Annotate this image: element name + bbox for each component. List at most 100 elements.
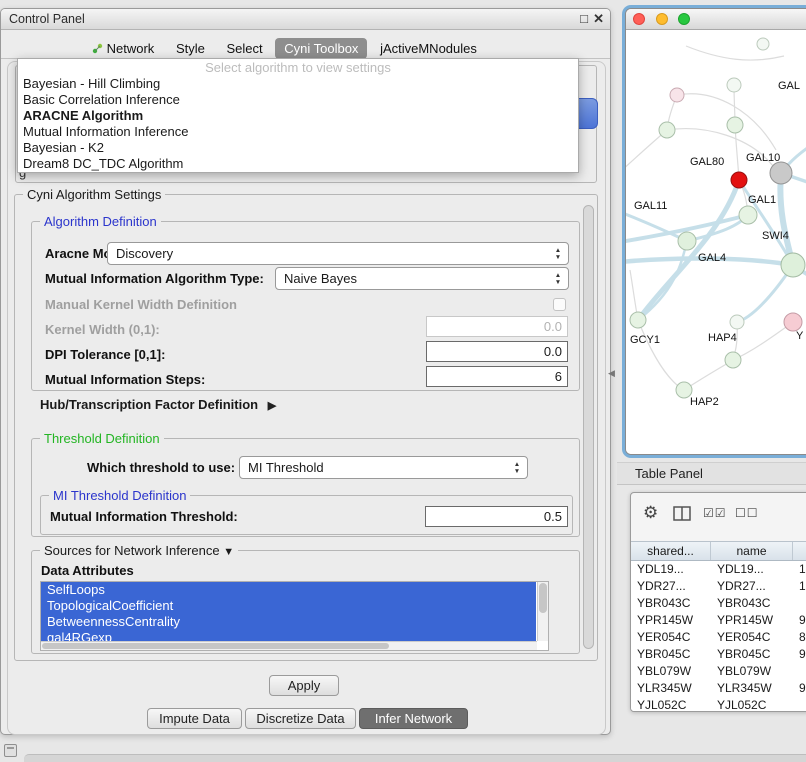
cell-extra: 13 — [793, 561, 806, 578]
network-node[interactable] — [630, 312, 646, 328]
columns-icon[interactable] — [673, 506, 692, 522]
attribute-item-topologicalcoefficient[interactable]: TopologicalCoefficient — [41, 598, 536, 614]
close-window-icon[interactable]: ✕ — [593, 11, 604, 27]
control-panel-window: Control Panel □ ✕ Network Style Select C… — [0, 8, 611, 735]
popup-item-bayesian-k2[interactable]: Bayesian - K2 — [18, 140, 578, 156]
tab-label: Network — [107, 41, 155, 56]
network-node[interactable] — [670, 88, 684, 102]
cell-shared-name: YPR145W — [631, 612, 711, 629]
mi-threshold-field[interactable]: 0.5 — [425, 506, 568, 527]
network-node[interactable] — [678, 232, 696, 250]
cell-extra: 9. — [793, 680, 806, 697]
table-row[interactable]: YER054C YER054C 8. — [631, 629, 806, 646]
impute-data-tab[interactable]: Impute Data — [147, 708, 242, 729]
mi-algorithm-type-select[interactable]: Naive Bayes ▲▼ — [275, 267, 569, 290]
data-attributes-list[interactable]: SelfLoops TopologicalCoefficient Between… — [40, 581, 549, 651]
manual-kernel-width-checkbox[interactable] — [553, 298, 566, 311]
network-tab-icon — [92, 43, 103, 54]
popup-item-bayesian-hill-climbing[interactable]: Bayesian - Hill Climbing — [18, 76, 578, 92]
control-panel-tabs: Network Style Select Cyni Toolbox jActiv… — [83, 38, 486, 60]
column-header-shared-name[interactable]: shared... — [631, 542, 711, 560]
minimize-traffic-light-icon[interactable] — [656, 13, 668, 25]
group-title: Algorithm Definition — [40, 214, 161, 229]
hub-definition-disclosure[interactable]: Hub/Transcription Factor Definition ▶ — [40, 397, 276, 412]
table-row[interactable]: YPR145W YPR145W 9. — [631, 612, 806, 629]
apply-button[interactable]: Apply — [269, 675, 339, 696]
network-node-hub[interactable] — [770, 162, 792, 184]
network-node[interactable] — [727, 78, 741, 92]
scrollbar-thumb[interactable] — [42, 643, 389, 649]
select-all-icon[interactable]: ☑☑ — [703, 506, 727, 520]
network-node[interactable] — [730, 315, 744, 329]
kernel-width-field[interactable]: 0.0 — [426, 316, 568, 337]
table-row[interactable]: YDL19... YDL19... 13 — [631, 561, 806, 578]
table-panel-header[interactable]: Table Panel — [617, 462, 806, 485]
tab-jactivemnodules[interactable]: jActiveMNodules — [371, 38, 486, 59]
mi-steps-field[interactable]: 6 — [426, 366, 568, 387]
tab-cyni-toolbox[interactable]: Cyni Toolbox — [275, 38, 367, 59]
tab-label: Select — [226, 41, 262, 56]
deselect-all-icon[interactable]: ☐☐ — [735, 506, 759, 520]
selected-value: Discovery — [116, 246, 173, 261]
table-row[interactable]: YLR345W YLR345W 9. — [631, 680, 806, 697]
attribute-item-betweennesscentrality[interactable]: BetweennessCentrality — [41, 614, 536, 630]
network-canvas[interactable]: GAL GAL80 GAL10 GAL11 GAL1 SWI4 GAL4 GCY… — [626, 30, 806, 455]
mi-threshold-definition-group: MI Threshold Definition Mutual Informati… — [40, 495, 573, 535]
network-node-selected[interactable] — [731, 172, 747, 188]
list-vertical-scrollbar[interactable] — [537, 582, 548, 641]
network-node[interactable] — [725, 352, 741, 368]
attribute-item-selfloops[interactable]: SelfLoops — [41, 582, 536, 598]
aracne-mode-select[interactable]: Discovery ▲▼ — [107, 242, 569, 265]
collapse-arrow-icon[interactable]: ▼ — [223, 546, 234, 558]
cell-shared-name: YER054C — [631, 629, 711, 646]
collapsed-panel-icon[interactable] — [4, 744, 17, 757]
network-node[interactable] — [784, 313, 802, 331]
sources-disclosure[interactable]: Sources for Network Inference ▼ — [40, 543, 238, 558]
bottom-panel-edge — [24, 754, 806, 762]
popup-item-mutual-information[interactable]: Mutual Information Inference — [18, 124, 578, 140]
column-header-name[interactable]: name — [711, 542, 793, 560]
popup-item-dream8[interactable]: Dream8 DC_TDC Algorithm — [18, 156, 578, 172]
network-window-titlebar[interactable] — [626, 9, 806, 30]
panel-splitter-collapse-icon[interactable]: ◀ — [608, 368, 615, 379]
settings-scrollbar[interactable] — [583, 205, 594, 649]
table-row[interactable]: YBR043C YBR043C — [631, 595, 806, 612]
popup-item-aracne[interactable]: ARACNE Algorithm — [18, 108, 578, 124]
cell-extra: 9. — [793, 646, 806, 663]
network-node[interactable] — [727, 117, 743, 133]
table-row[interactable]: YBL079W YBL079W — [631, 663, 806, 680]
dpi-tolerance-label: DPI Tolerance [0,1]: — [45, 347, 165, 362]
which-threshold-select[interactable]: MI Threshold ▲▼ — [239, 456, 528, 479]
algorithm-definition-group: Algorithm Definition Aracne Mode: Discov… — [31, 221, 580, 391]
tab-network[interactable]: Network — [83, 38, 163, 59]
expand-arrow-icon[interactable]: ▶ — [268, 400, 276, 412]
discretize-data-tab[interactable]: Discretize Data — [245, 708, 356, 729]
node-label: HAP2 — [690, 396, 719, 408]
network-node[interactable] — [739, 206, 757, 224]
network-node[interactable] — [781, 253, 805, 277]
cell-shared-name: YBR045C — [631, 646, 711, 663]
mi-threshold-label: Mutual Information Threshold: — [50, 509, 238, 524]
float-window-icon[interactable]: □ — [580, 11, 588, 26]
column-header-extra[interactable] — [793, 542, 806, 560]
zoom-traffic-light-icon[interactable] — [678, 13, 690, 25]
infer-network-tab[interactable]: Infer Network — [359, 708, 468, 729]
dpi-tolerance-field[interactable]: 0.0 — [426, 341, 568, 362]
table-row[interactable]: YDR27... YDR27... 12 — [631, 578, 806, 595]
node-label: GAL — [778, 80, 800, 92]
network-graph[interactable] — [626, 30, 806, 455]
table-body: YDL19... YDL19... 13 YDR27... YDR27... 1… — [631, 561, 806, 711]
close-traffic-light-icon[interactable] — [633, 13, 645, 25]
popup-item-basic-correlation[interactable]: Basic Correlation Inference — [18, 92, 578, 108]
scrollbar-thumb[interactable] — [539, 583, 547, 613]
gear-icon[interactable]: ⚙ — [643, 503, 658, 523]
table-row[interactable]: YJL052C YJL052C — [631, 697, 806, 711]
network-node[interactable] — [757, 38, 769, 50]
tab-style[interactable]: Style — [167, 38, 214, 59]
list-horizontal-scrollbar[interactable] — [41, 641, 537, 650]
control-panel-titlebar[interactable]: Control Panel □ ✕ — [1, 9, 610, 30]
network-node[interactable] — [659, 122, 675, 138]
tab-select[interactable]: Select — [217, 38, 271, 59]
table-row[interactable]: YBR045C YBR045C 9. — [631, 646, 806, 663]
tab-label: Cyni Toolbox — [284, 41, 358, 56]
